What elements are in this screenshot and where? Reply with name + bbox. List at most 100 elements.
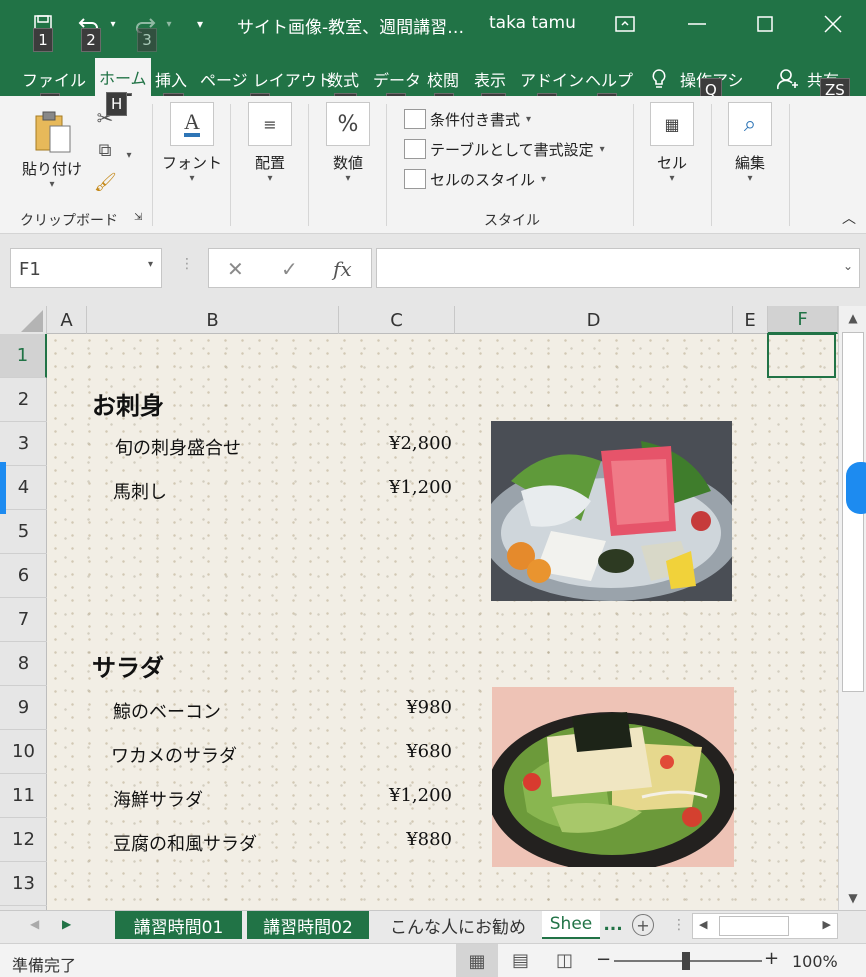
copy-icon[interactable]: ⧉	[94, 140, 116, 161]
expand-formula-bar-icon[interactable]: ⌄	[843, 259, 853, 273]
dropbox-badge-icon[interactable]	[846, 462, 866, 514]
row-header[interactable]: 9	[0, 686, 47, 730]
column-header-f[interactable]: F	[768, 306, 838, 334]
column-header-e[interactable]: E	[733, 306, 768, 334]
collapse-ribbon-icon[interactable]: ︿	[842, 208, 856, 228]
tab-home[interactable]: ホーム	[95, 58, 151, 96]
menu-item-price: ¥880	[406, 829, 452, 850]
undo-dropdown-icon[interactable]: ▾	[106, 10, 120, 38]
row-header[interactable]: 6	[0, 554, 47, 598]
sheet-tab[interactable]: 講習時間01	[115, 911, 242, 939]
name-box[interactable]: F1 ▾	[10, 248, 162, 288]
menu-item-name: 豆腐の和風サラダ	[113, 834, 257, 855]
scroll-right-icon[interactable]: ▶	[823, 918, 831, 931]
tab-insert[interactable]: 挿入	[155, 64, 187, 94]
salad-photo[interactable]	[492, 687, 734, 867]
zoom-in-icon[interactable]: +	[764, 948, 779, 969]
more-sheets-icon[interactable]: ...	[602, 911, 624, 939]
row-header[interactable]: 11	[0, 774, 47, 818]
row-header[interactable]: 1	[0, 334, 47, 378]
select-all-corner[interactable]	[0, 306, 47, 334]
row-header[interactable]: 8	[0, 642, 47, 686]
row-header[interactable]: 10	[0, 730, 47, 774]
enter-icon[interactable]: ✓	[281, 257, 298, 281]
zoom-out-icon[interactable]: −	[596, 949, 611, 970]
copy-dropdown-icon[interactable]: ▾	[122, 144, 136, 162]
tab-file[interactable]: ファイル	[22, 64, 86, 94]
scroll-up-icon[interactable]: ▲	[839, 306, 866, 330]
minimize-icon[interactable]	[664, 0, 730, 48]
format-painter-icon[interactable]: 🖌	[94, 172, 117, 193]
sashimi-photo[interactable]	[491, 421, 732, 601]
add-sheet-icon[interactable]: +	[632, 914, 654, 936]
sheet-tab[interactable]: こんな人にお勧め	[380, 911, 536, 939]
conditional-formatting-label: 条件付き書式	[430, 110, 521, 129]
cells-button[interactable]: ▦ セル ▾	[640, 102, 704, 184]
menu-item-price: ¥2,800	[389, 433, 452, 454]
row-header[interactable]: 2	[0, 378, 47, 422]
vertical-scrollbar[interactable]: ▲ ▼	[838, 306, 866, 910]
format-as-table-button[interactable]: テーブルとして書式設定 ▾	[404, 136, 605, 162]
insert-function-icon[interactable]: fx	[333, 257, 352, 281]
tab-review[interactable]: 校閲	[427, 64, 459, 94]
tab-addins[interactable]: アドイン	[520, 64, 584, 94]
row-header[interactable]: 5	[0, 510, 47, 554]
sheet-tab-active[interactable]: Shee	[542, 911, 600, 939]
row-header[interactable]: 7	[0, 598, 47, 642]
zoom-level[interactable]: 100%	[792, 952, 838, 971]
column-header-c[interactable]: C	[339, 306, 455, 334]
user-name[interactable]: taka tamu	[489, 13, 576, 33]
selected-cell-f1[interactable]	[767, 333, 836, 378]
column-header-a[interactable]: A	[47, 306, 87, 334]
maximize-icon[interactable]	[732, 0, 798, 48]
tab-split-grip-icon[interactable]: ⋮	[672, 917, 686, 933]
formula-input[interactable]: ⌄	[376, 248, 860, 288]
ribbon-separator	[789, 104, 790, 226]
paste-label: 貼り付け	[21, 160, 82, 178]
tab-view[interactable]: 表示	[474, 64, 506, 94]
editing-button[interactable]: ⌕ 編集 ▾	[718, 102, 782, 184]
row-header[interactable]: 12	[0, 818, 47, 862]
sheet-scroll-left-icon[interactable]: ◀	[30, 917, 39, 931]
keytip-H-inner: H	[106, 92, 128, 116]
clipboard-launcher-icon[interactable]: ⇲	[134, 212, 142, 223]
redo-dropdown-icon[interactable]: ▾	[162, 10, 176, 38]
scroll-down-icon[interactable]: ▼	[839, 886, 866, 910]
horizontal-scroll-thumb[interactable]	[719, 916, 789, 936]
formula-buttons: ✕ ✓ fx	[208, 248, 372, 288]
font-button[interactable]: A フォント ▾	[160, 102, 224, 184]
paste-button[interactable]: 貼り付け ▾	[16, 110, 88, 190]
normal-view-icon[interactable]: ▦	[456, 944, 498, 977]
sheet-scroll-right-icon[interactable]: ▶	[62, 917, 71, 931]
row-header[interactable]: 3	[0, 422, 47, 466]
name-box-value: F1	[19, 259, 41, 280]
row-header[interactable]: 4	[0, 466, 47, 510]
tab-help[interactable]: ヘルプ	[585, 64, 633, 94]
page-break-preview-icon[interactable]: ◫	[556, 950, 573, 971]
column-header-d[interactable]: D	[455, 306, 733, 334]
row-headers: 1 2 3 4 5 6 7 8 9 10 11 12 13	[0, 334, 47, 910]
tell-me-box[interactable]: 操作アシ	[650, 64, 743, 94]
tab-page-layout[interactable]: ページ レイアウト	[200, 64, 333, 94]
customize-qat-icon[interactable]: ▾	[192, 10, 208, 38]
alignment-button[interactable]: ≡ 配置 ▾	[238, 102, 302, 184]
zoom-slider-handle[interactable]	[682, 952, 690, 970]
cell-styles-button[interactable]: セルのスタイル ▾	[404, 166, 546, 192]
paste-dropdown-icon[interactable]: ▾	[16, 179, 88, 190]
conditional-formatting-button[interactable]: 条件付き書式 ▾	[404, 106, 531, 132]
editing-label: 編集	[734, 154, 765, 172]
page-layout-view-icon[interactable]: ▤	[512, 950, 529, 971]
number-button[interactable]: % 数値 ▾	[316, 102, 380, 184]
name-box-dropdown-icon[interactable]: ▾	[148, 259, 153, 270]
tab-formulas[interactable]: 数式	[327, 64, 359, 94]
tab-data[interactable]: データ	[373, 64, 421, 94]
row-header[interactable]: 13	[0, 862, 47, 906]
close-icon[interactable]	[800, 0, 866, 48]
ribbon-display-options-icon[interactable]	[592, 0, 658, 48]
sheet-tab[interactable]: 講習時間02	[247, 911, 369, 939]
horizontal-scrollbar[interactable]: ◀ ▶	[692, 913, 838, 939]
column-header-b[interactable]: B	[87, 306, 339, 334]
cancel-icon[interactable]: ✕	[227, 257, 244, 281]
alignment-label: 配置	[254, 154, 285, 172]
scroll-left-icon[interactable]: ◀	[699, 918, 707, 931]
